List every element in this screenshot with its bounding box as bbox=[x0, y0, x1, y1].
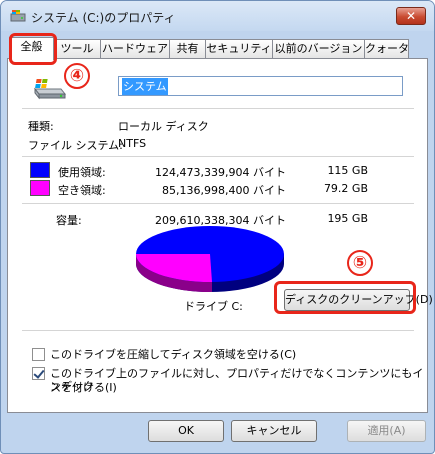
capacity-gb: 195 GB bbox=[327, 212, 368, 225]
free-space-swatch bbox=[30, 180, 50, 196]
separator bbox=[22, 156, 414, 157]
free-space-bytes: 85,136,998,400 バイト bbox=[162, 184, 286, 197]
file-system-label: ファイル システム: bbox=[28, 139, 123, 152]
index-drive-checkbox[interactable] bbox=[32, 367, 45, 380]
compress-drive-checkbox[interactable] bbox=[32, 348, 45, 361]
annotation-box-cleanup-button bbox=[274, 281, 416, 314]
free-space-gb: 79.2 GB bbox=[323, 182, 368, 195]
separator bbox=[22, 108, 414, 109]
type-label: 種類: bbox=[28, 120, 54, 133]
drive-label: ドライブ C: bbox=[184, 300, 243, 313]
tab-previous-versions[interactable]: 以前のバージョン bbox=[272, 39, 365, 59]
drive-icon bbox=[10, 10, 26, 22]
hard-drive-icon bbox=[33, 79, 67, 100]
disk-usage-pie bbox=[135, 226, 284, 293]
apply-button[interactable]: 適用(A) bbox=[347, 420, 426, 442]
tab-quota[interactable]: クォータ bbox=[364, 39, 409, 59]
tab-hardware[interactable]: ハードウェア bbox=[100, 39, 170, 59]
properties-window: システム (C:)のプロパティ ✕ 全般 ツール ハードウェア 共有 セキュリテ… bbox=[0, 0, 435, 454]
title-bar[interactable]: システム (C:)のプロパティ ✕ bbox=[1, 1, 434, 31]
annotation-box-general-tab bbox=[9, 33, 57, 65]
compress-drive-label: このドライブを圧縮してディスク領域を空ける(C) bbox=[50, 348, 297, 361]
window-title: システム (C:)のプロパティ bbox=[31, 11, 176, 25]
volume-name-input[interactable]: システム bbox=[118, 76, 403, 96]
annotation-number-4: ④ bbox=[64, 63, 90, 89]
capacity-label: 容量: bbox=[56, 214, 82, 227]
annotation-number-5: ⑤ bbox=[347, 250, 373, 276]
used-space-swatch bbox=[30, 162, 50, 178]
separator bbox=[22, 203, 414, 204]
cancel-button[interactable]: キャンセル bbox=[231, 420, 317, 442]
close-icon: ✕ bbox=[405, 9, 417, 23]
type-value: ローカル ディスク bbox=[118, 120, 209, 133]
tab-strip: 全般 ツール ハードウェア 共有 セキュリティ 以前のバージョン クォータ bbox=[7, 37, 427, 60]
file-system-value: NTFS bbox=[118, 137, 147, 150]
ok-button[interactable]: OK bbox=[148, 420, 224, 442]
general-panel: システム 種類: ローカル ディスク ファイル システム: NTFS 使用領域:… bbox=[7, 58, 433, 413]
used-space-bytes: 124,473,339,904 バイト bbox=[155, 166, 286, 179]
separator bbox=[22, 330, 414, 331]
close-button[interactable]: ✕ bbox=[396, 7, 426, 25]
index-drive-label-line2: スを付ける(I) bbox=[50, 381, 117, 394]
tab-security[interactable]: セキュリティ bbox=[205, 39, 273, 59]
tab-tools[interactable]: ツール bbox=[53, 39, 101, 59]
tab-sharing[interactable]: 共有 bbox=[169, 39, 206, 59]
free-space-label: 空き領域: bbox=[58, 184, 106, 197]
used-space-gb: 115 GB bbox=[327, 164, 368, 177]
used-space-label: 使用領域: bbox=[58, 166, 106, 179]
